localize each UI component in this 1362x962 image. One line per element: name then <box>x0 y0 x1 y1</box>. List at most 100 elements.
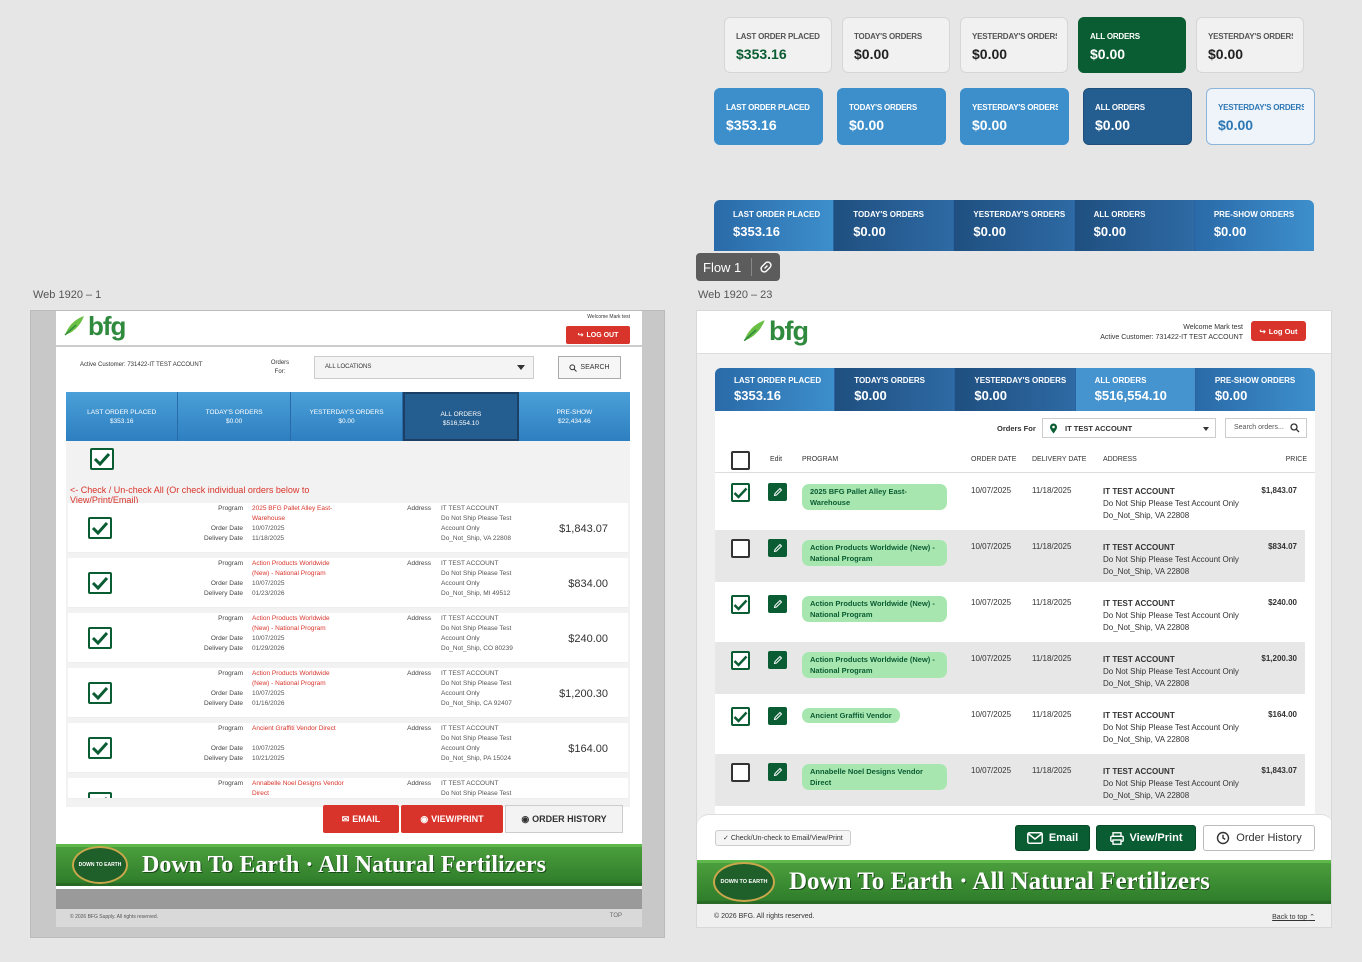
edit-button[interactable] <box>768 651 787 669</box>
order-price: $1,200.30 <box>1261 654 1297 663</box>
order-row[interactable]: Program Action Products Worldwide (New) -… <box>68 613 628 663</box>
tab-all-orders[interactable]: ALL ORDERS $516,554.10 <box>1074 368 1195 411</box>
delivery-date: 10/21/2025 <box>252 755 285 762</box>
card-yesterdays-orders[interactable]: YESTERDAY'S ORDERS $0.00 <box>960 17 1068 73</box>
order-checkbox[interactable] <box>731 651 750 670</box>
tab-label: YESTERDAY'S ORDERS <box>309 409 384 416</box>
tab-last-order-placed[interactable]: LAST ORDER PLACED $353.16 <box>714 200 834 251</box>
col-address[interactable]: ADDRESS <box>1103 456 1137 463</box>
tab-all-orders[interactable]: ALL ORDERS $0.00 <box>1073 200 1194 251</box>
check-all-checkbox[interactable] <box>90 448 114 470</box>
tab-yesterdays-orders[interactable]: YESTERDAY'S ORDERS $0.00 <box>954 368 1075 411</box>
order-checkbox[interactable] <box>88 517 112 539</box>
card-yesterdays-orders[interactable]: YESTERDAY'S ORDERS $0.00 <box>960 88 1069 145</box>
back-to-top-link[interactable]: Back to top ⌃ <box>1272 913 1315 921</box>
program-name[interactable]: Annabelle Noel Designs Vendor Direct <box>252 779 344 798</box>
edit-button[interactable] <box>768 483 787 501</box>
col-program[interactable]: PROGRAM <box>802 456 838 463</box>
program-name[interactable]: 2025 BFG Pallet Alley East-Warehouse <box>252 504 344 524</box>
order-row[interactable]: Action Products Worldwide (New) - Nation… <box>715 586 1305 638</box>
order-row[interactable]: Program 2025 BFG Pallet Alley East-Wareho… <box>68 503 628 553</box>
card-all-orders[interactable]: ALL ORDERS $0.00 <box>1083 88 1192 145</box>
order-checkbox[interactable] <box>88 792 112 798</box>
tab-pre-show[interactable]: PRE-SHOW $22,434.46 <box>518 392 631 441</box>
address: IT TEST ACCOUNT Do Not Ship Please Test A… <box>1103 542 1239 578</box>
tab-todays-orders[interactable]: TODAY'S ORDERS $0.00 <box>178 392 291 441</box>
program-name[interactable]: Action Products Worldwide (New) - Nation… <box>252 559 344 579</box>
order-row[interactable]: 2025 BFG Pallet Alley East-Warehouse 10/0… <box>715 474 1305 526</box>
logout-button[interactable]: ↪ LOG OUT <box>566 326 630 344</box>
tab-label: YESTERDAY'S ORDERS <box>974 376 1067 385</box>
edit-button[interactable] <box>768 539 787 557</box>
order-history-button[interactable]: Order History <box>1203 825 1315 851</box>
search-input[interactable]: Search orders... <box>1225 418 1307 438</box>
search-button[interactable]: SEARCH <box>558 356 621 379</box>
order-row[interactable]: Program Annabelle Noel Designs Vendor Dir… <box>68 778 628 799</box>
col-order-date[interactable]: ORDER DATE <box>971 456 1016 463</box>
program-name[interactable]: Action Products Worldwide (New) - Nation… <box>252 669 344 689</box>
order-checkbox[interactable] <box>731 595 750 614</box>
order-row[interactable]: Program Action Products Worldwide (New) -… <box>68 558 628 608</box>
flow-chip[interactable]: Flow 1 <box>696 253 780 281</box>
tab-last-order-placed[interactable]: LAST ORDER PLACED $353.16 <box>66 392 179 441</box>
email-button[interactable]: ✉ EMAIL <box>323 805 399 833</box>
order-checkbox[interactable] <box>731 763 750 782</box>
program-name[interactable]: Ancient Graffiti Vendor Direct <box>252 724 344 734</box>
bfg-logo: bfg <box>741 317 809 345</box>
view-print-button[interactable]: ◉ VIEW/PRINT <box>401 805 503 833</box>
tab-yesterdays-orders[interactable]: YESTERDAY'S ORDERS $0.00 <box>953 200 1074 251</box>
edit-button[interactable] <box>768 707 787 725</box>
program-pill[interactable]: Action Products Worldwide (New) - Nation… <box>802 596 947 622</box>
tab-yesterdays-orders[interactable]: YESTERDAY'S ORDERS $0.00 <box>290 392 404 441</box>
program-pill[interactable]: 2025 BFG Pallet Alley East-Warehouse <box>802 484 947 510</box>
card-yesterdays-orders-2[interactable]: YESTERDAY'S ORDERS $0.00 <box>1206 88 1315 145</box>
card-last-order-placed[interactable]: LAST ORDER PLACED $353.16 <box>724 17 832 73</box>
tab-label: YESTERDAY'S ORDERS <box>973 210 1066 219</box>
col-price[interactable]: PRICE <box>1286 456 1307 463</box>
order-row[interactable]: Action Products Worldwide (New) - Nation… <box>715 530 1305 582</box>
order-checkbox[interactable] <box>731 707 750 726</box>
select-all-checkbox[interactable] <box>731 451 750 470</box>
order-checkbox[interactable] <box>88 627 112 649</box>
order-row[interactable]: Ancient Graffiti Vendor 10/07/2025 11/18/2… <box>715 698 1305 750</box>
program-name[interactable]: Action Products Worldwide (New) - Nation… <box>252 614 344 634</box>
order-checkbox[interactable] <box>88 682 112 704</box>
tab-all-orders[interactable]: ALL ORDERS $516,554.10 <box>403 392 519 441</box>
tab-pre-show-orders[interactable]: PRE-SHOW ORDERS $0.00 <box>1193 200 1314 251</box>
order-history-button[interactable]: ◉ ORDER HISTORY <box>505 805 623 833</box>
check-hint-chip[interactable]: ✓ Check/Un-check to Email/View/Print <box>715 830 851 846</box>
tab-pre-show-orders[interactable]: PRE-SHOW ORDERS $0.00 <box>1194 368 1315 411</box>
edit-button[interactable] <box>768 763 787 781</box>
card-todays-orders[interactable]: TODAY'S ORDERS $0.00 <box>842 17 950 73</box>
order-row[interactable]: Action Products Worldwide (New) - Nation… <box>715 642 1305 694</box>
card-all-orders[interactable]: ALL ORDERS $0.00 <box>1078 17 1186 73</box>
program-pill[interactable]: Action Products Worldwide (New) - Nation… <box>802 652 947 678</box>
order-row[interactable]: Program Action Products Worldwide (New) -… <box>68 668 628 718</box>
location-select[interactable]: IT TEST ACCOUNT <box>1042 418 1216 438</box>
tab-todays-orders[interactable]: TODAY'S ORDERS $0.00 <box>833 200 954 251</box>
program-pill[interactable]: Annabelle Noel Designs Vendor Direct <box>802 764 947 790</box>
order-row[interactable]: Program Ancient Graffiti Vendor Direct Ord… <box>68 723 628 773</box>
program-pill[interactable]: Action Products Worldwide (New) - Nation… <box>802 540 947 566</box>
program-pill[interactable]: Ancient Graffiti Vendor <box>802 708 900 723</box>
top-link[interactable]: TOP <box>610 913 622 919</box>
order-checkbox[interactable] <box>731 483 750 502</box>
location-select[interactable]: ALL LOCATIONS <box>314 356 534 379</box>
order-checkbox[interactable] <box>88 572 112 594</box>
order-checkbox[interactable] <box>731 539 750 558</box>
address-line: IT TEST ACCOUNT <box>441 780 499 787</box>
view-print-button[interactable]: View/Print <box>1096 825 1196 851</box>
order-checkbox[interactable] <box>88 737 112 759</box>
order-row[interactable]: Annabelle Noel Designs Vendor Direct 10/0… <box>715 754 1305 806</box>
tab-todays-orders[interactable]: TODAY'S ORDERS $0.00 <box>834 368 955 411</box>
logout-button[interactable]: ↪ Log Out <box>1251 321 1306 341</box>
check-all-text[interactable]: <- Check / Un-check All (Or check indivi… <box>70 485 346 505</box>
email-button[interactable]: Email <box>1015 825 1090 851</box>
card-yesterdays-orders-2[interactable]: YESTERDAY'S ORDERS $0.00 <box>1196 17 1304 73</box>
card-todays-orders[interactable]: TODAY'S ORDERS $0.00 <box>837 88 946 145</box>
card-last-order-placed[interactable]: LAST ORDER PLACED $353.16 <box>714 88 823 145</box>
tab-last-order-placed[interactable]: LAST ORDER PLACED $353.16 <box>715 368 835 411</box>
col-delivery-date[interactable]: DELIVERY DATE <box>1032 456 1086 463</box>
edit-button[interactable] <box>768 595 787 613</box>
link-icon[interactable] <box>759 260 773 274</box>
